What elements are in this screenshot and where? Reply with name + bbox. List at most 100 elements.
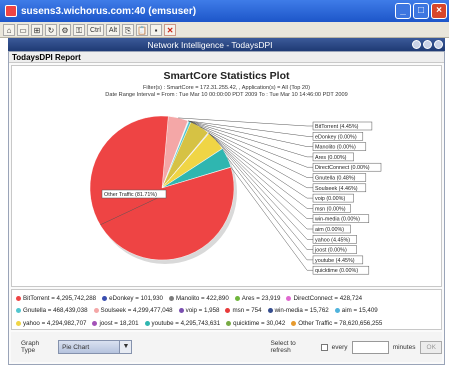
- every-label: every: [331, 343, 348, 351]
- graph-controls: Graph Type Pie Chart ▼ Select to refresh…: [11, 332, 442, 362]
- legend-item: voip = 1,958: [178, 307, 220, 315]
- legend-swatch: [267, 308, 273, 314]
- close-button[interactable]: ×: [431, 3, 447, 19]
- legend-item: Other Traffic = 78,620,656,255: [291, 320, 382, 327]
- legend-label: aim = 15,409: [341, 307, 378, 315]
- slice-label: BitTorrent (4.45%): [315, 124, 359, 130]
- legend-swatch: [102, 295, 108, 301]
- report-header: TodaysDPI Report: [9, 52, 444, 63]
- legend-swatch: [334, 308, 340, 314]
- inner-maximize-button[interactable]: [423, 40, 432, 49]
- label-leader-line: [227, 157, 313, 261]
- legend-label: Soulseek = 4,299,477,048: [100, 307, 173, 315]
- ok-button[interactable]: OK: [420, 340, 442, 354]
- chevron-down-icon[interactable]: ▼: [119, 341, 132, 353]
- legend-item: aim = 15,409: [334, 307, 378, 315]
- maximize-button[interactable]: □: [413, 3, 429, 19]
- app-icon: [5, 5, 17, 17]
- refresh-interval-input[interactable]: [351, 340, 389, 354]
- legend-swatch: [234, 295, 240, 301]
- home-icon[interactable]: ⌂: [3, 23, 15, 36]
- legend-swatch: [291, 320, 297, 326]
- slice-label: joost (0.00%): [314, 248, 347, 254]
- legend-item: Manolito = 422,890: [168, 294, 229, 302]
- legend-swatch: [16, 320, 21, 326]
- legend-item: Soulseek = 4,299,477,048: [93, 307, 173, 315]
- legend-item: win-media = 15,762: [267, 307, 329, 315]
- refresh-icon[interactable]: ↻: [45, 23, 57, 36]
- minutes-label: minutes: [392, 343, 416, 351]
- copy-icon[interactable]: ⎘: [122, 23, 135, 36]
- legend-swatch: [92, 320, 98, 326]
- slice-label: msn (0.00%): [315, 206, 346, 212]
- disconnect-icon[interactable]: ✕: [164, 23, 177, 36]
- slice-label: quicktime (0.00%): [315, 268, 358, 274]
- grid-icon[interactable]: ⊞: [31, 23, 43, 36]
- legend-label: joost = 18,201: [99, 319, 139, 327]
- inner-close-button[interactable]: [434, 40, 443, 49]
- minimize-button[interactable]: _: [395, 3, 411, 19]
- app-window-titlebar: susens3.wichorus.com:40 (emsuser) _ □ ×: [0, 0, 449, 22]
- legend-label: Gnutella = 468,439,038: [23, 307, 88, 315]
- legend-label: win-media = 15,762: [274, 307, 329, 315]
- refresh-checkbox[interactable]: [320, 343, 328, 351]
- legend-swatch: [225, 308, 231, 314]
- slice-label: win-media (0.00%): [314, 217, 360, 223]
- legend-label: DirectConnect = 428,724: [293, 294, 363, 302]
- label-leader-line: [230, 167, 313, 271]
- slice-label: Ares (0.00%): [315, 155, 347, 161]
- chart-legend: BitTorrent = 4,295,742,288 eDonkey = 101,…: [11, 289, 442, 330]
- legend-label: Ares = 23,919: [241, 294, 281, 302]
- slice-label: aim (0.00%): [315, 227, 344, 233]
- legend-swatch: [178, 308, 184, 314]
- legend-label: msn = 754: [232, 307, 262, 315]
- legend-swatch: [16, 308, 21, 314]
- inner-window-title: Network Intelligence - TodaysDPI: [147, 39, 273, 50]
- pie-chart: BitTorrent (4.45%) eDonkey (0.00%) Manolit…: [89, 115, 382, 275]
- legend-row: Gnutella = 468,439,038 Soulseek = 4,299,4…: [16, 305, 437, 318]
- legend-item: msn = 754: [225, 307, 262, 315]
- legend-item: eDonkey = 101,930: [102, 295, 163, 302]
- key-icon[interactable]: ⚿: [73, 23, 85, 36]
- slice-label: Manolito (0.00%): [315, 145, 356, 151]
- legend-label: youtube = 4,295,743,631: [151, 319, 221, 327]
- inner-minimize-button[interactable]: [412, 40, 421, 49]
- ctrl-button[interactable]: Ctrl: [87, 23, 104, 36]
- legend-swatch: [144, 320, 150, 326]
- slice-label: Other Traffic (81.71%): [104, 192, 157, 198]
- alt-button[interactable]: Alt: [105, 23, 121, 36]
- options-icon[interactable]: ⚙: [59, 23, 71, 36]
- legend-swatch: [168, 295, 174, 301]
- legend-swatch: [226, 320, 232, 326]
- legend-item: quicktime = 30,042: [226, 320, 285, 327]
- legend-label: voip = 1,958: [185, 307, 220, 315]
- save-icon[interactable]: ▪: [150, 23, 163, 36]
- legend-item: BitTorrent = 4,295,742,288: [16, 295, 96, 302]
- slice-label: Soulseek (4.46%): [315, 186, 358, 192]
- slice-label: yahoo (4.45%): [315, 237, 350, 243]
- legend-label: quicktime = 30,042: [233, 319, 286, 327]
- legend-swatch: [286, 295, 292, 301]
- legend-label: Other Traffic = 78,620,656,255: [298, 319, 383, 327]
- paste-icon[interactable]: 📋: [136, 23, 149, 36]
- legend-label: eDonkey = 101,930: [109, 294, 163, 302]
- legend-item: DirectConnect = 428,724: [286, 295, 362, 302]
- graph-type-select[interactable]: Pie Chart ▼: [58, 340, 133, 354]
- slice-label: voip (0.00%): [315, 196, 345, 202]
- legend-swatch: [93, 308, 99, 314]
- legend-swatch: [16, 295, 21, 301]
- legend-item: yahoo = 4,294,982,707: [16, 320, 86, 327]
- legend-row: yahoo = 4,294,982,707 joost = 18,201 youtu…: [16, 317, 437, 330]
- legend-item: youtube = 4,295,743,631: [144, 319, 221, 327]
- legend-label: Manolito = 422,890: [175, 294, 229, 302]
- legend-label: yahoo = 4,294,982,707: [23, 319, 87, 327]
- legend-label: BitTorrent = 4,295,742,288: [23, 294, 97, 302]
- slice-label: eDonkey (0.00%): [315, 134, 357, 140]
- slice-label: DirectConnect (0.00%): [315, 165, 370, 171]
- graph-type-label: Graph Type: [21, 340, 40, 354]
- window-title: susens3.wichorus.com:40 (emsuser): [21, 5, 197, 17]
- display-icon[interactable]: ▭: [17, 23, 29, 36]
- slice-label: youtube (4.45%): [315, 258, 355, 264]
- inner-window-titlebar: Network Intelligence - TodaysDPI: [8, 38, 445, 51]
- report-panel: TodaysDPI Report SmartCore Statistics Pl…: [8, 51, 445, 365]
